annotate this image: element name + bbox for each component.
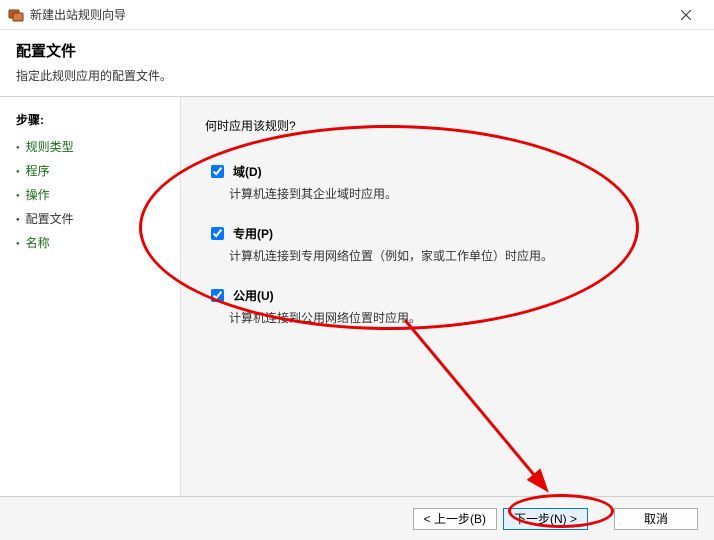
label-private: 专用(P) [233, 225, 273, 242]
checkbox-private[interactable] [211, 227, 224, 240]
desc-public: 计算机连接到公用网络位置时应用。 [229, 309, 690, 326]
content-question: 何时应用该规则? [205, 117, 690, 134]
back-button[interactable]: < 上一步(B) [413, 508, 497, 530]
label-public: 公用(U) [233, 287, 274, 304]
next-button[interactable]: 下一步(N) > [503, 508, 588, 530]
steps-sidebar: 步骤: 规则类型 程序 操作 配置文件 名称 [0, 97, 180, 503]
option-private: 专用(P) 计算机连接到专用网络位置（例如，家或工作单位）时应用。 [205, 224, 690, 264]
desc-private: 计算机连接到专用网络位置（例如，家或工作单位）时应用。 [229, 247, 690, 264]
page-subtitle: 指定此规则应用的配置文件。 [16, 67, 698, 84]
content-pane: 何时应用该规则? 域(D) 计算机连接到其企业域时应用。 专用(P) 计算机连接… [180, 97, 714, 503]
step-profile[interactable]: 配置文件 [16, 210, 164, 227]
step-action[interactable]: 操作 [16, 186, 164, 203]
page-header: 配置文件 指定此规则应用的配置文件。 [0, 30, 714, 96]
cancel-button[interactable]: 取消 [614, 508, 698, 530]
wizard-footer: < 上一步(B) 下一步(N) > 取消 [0, 496, 714, 540]
option-public: 公用(U) 计算机连接到公用网络位置时应用。 [205, 286, 690, 326]
label-domain: 域(D) [233, 163, 262, 180]
title-bar: 新建出站规则向导 [0, 0, 714, 30]
option-domain: 域(D) 计算机连接到其企业域时应用。 [205, 162, 690, 202]
page-title: 配置文件 [16, 40, 698, 61]
step-name[interactable]: 名称 [16, 234, 164, 251]
wizard-body: 步骤: 规则类型 程序 操作 配置文件 名称 何时应用该规则? 域(D) 计算机… [0, 97, 714, 503]
desc-domain: 计算机连接到其企业域时应用。 [229, 185, 690, 202]
checkbox-public[interactable] [211, 289, 224, 302]
step-program[interactable]: 程序 [16, 162, 164, 179]
close-button[interactable] [666, 0, 706, 29]
steps-title: 步骤: [16, 111, 164, 128]
checkbox-domain[interactable] [211, 165, 224, 178]
app-icon [8, 7, 24, 23]
window-title: 新建出站规则向导 [30, 6, 666, 23]
step-rule-type[interactable]: 规则类型 [16, 138, 164, 155]
